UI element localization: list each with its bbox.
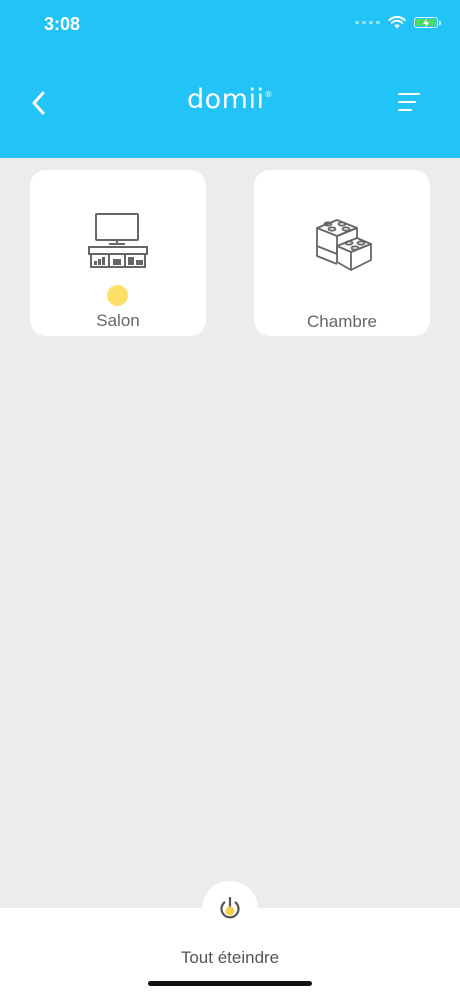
power-off-all-button[interactable] — [202, 881, 258, 937]
tv-stand-icon — [88, 213, 148, 268]
room-card-salon[interactable]: Salon — [30, 170, 206, 336]
status-indicators — [355, 16, 441, 29]
app-logo: domii® — [187, 84, 273, 115]
home-indicator[interactable] — [148, 981, 312, 986]
room-label-salon: Salon — [96, 311, 140, 330]
status-time: 3:08 — [44, 14, 81, 34]
menu-button[interactable] — [398, 93, 422, 115]
battery-icon — [414, 17, 441, 29]
wifi-icon — [388, 16, 406, 29]
room-label-chambre: Chambre — [307, 312, 377, 331]
room-card-chambre[interactable]: Chambre — [254, 170, 430, 336]
app-header: 3:08 domii® — [0, 0, 460, 158]
room-active-indicator — [107, 285, 128, 306]
power-icon — [220, 896, 240, 919]
lego-bricks-icon — [316, 219, 372, 271]
power-off-all-label[interactable]: Tout éteindre — [0, 948, 460, 968]
cellular-signal-icon — [355, 21, 380, 24]
